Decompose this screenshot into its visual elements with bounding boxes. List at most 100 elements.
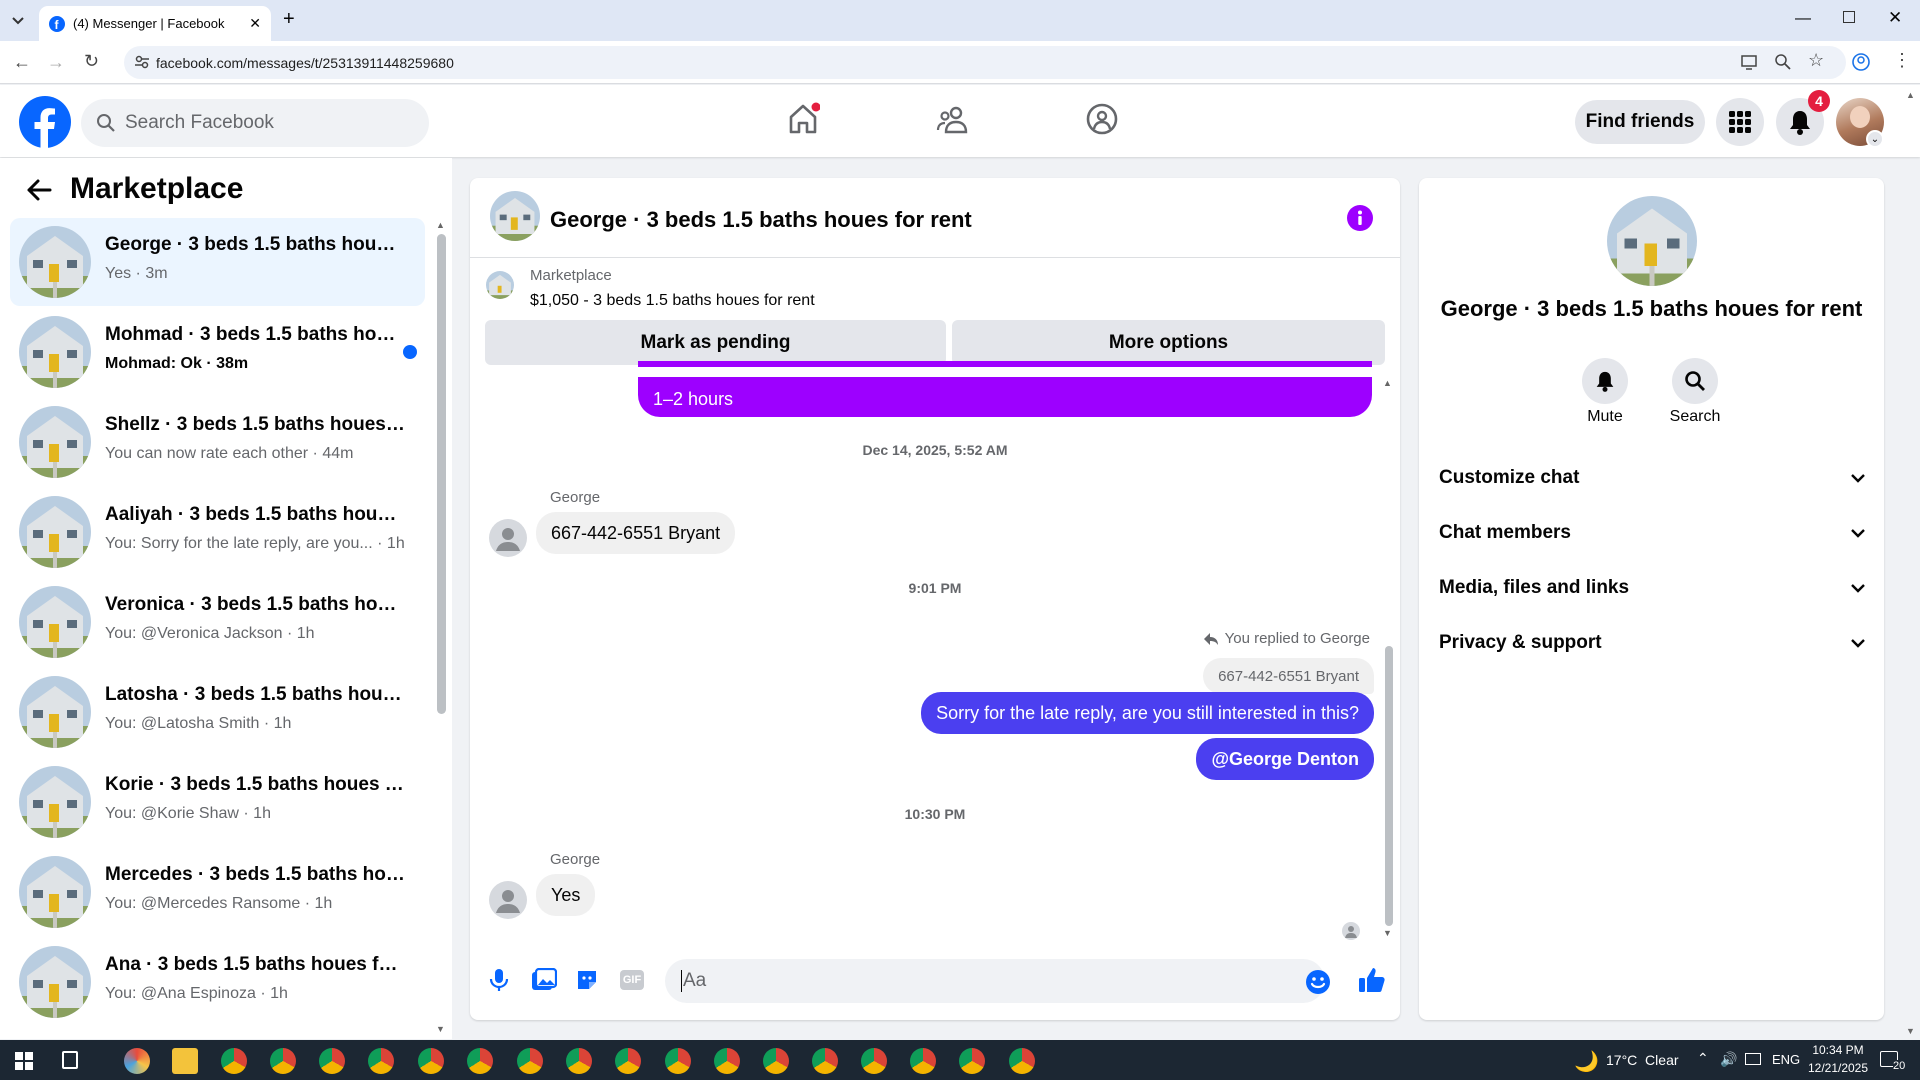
conversation-item[interactable]: Ana · 3 beds 1.5 baths houes for rent You… — [10, 938, 425, 1026]
back-icon[interactable]: ← — [13, 52, 31, 73]
conversation-item[interactable]: Mercedes · 3 beds 1.5 baths houes for re… — [10, 848, 425, 936]
outgoing-message[interactable]: Sorry for the late reply, are you still … — [921, 692, 1374, 734]
conversation-item[interactable]: Korie · 3 beds 1.5 baths houes for rent Y… — [10, 758, 425, 846]
incoming-message[interactable]: Yes — [536, 874, 596, 916]
chrome-window-icon[interactable] — [714, 1048, 740, 1074]
left-scrollbar[interactable] — [437, 234, 446, 714]
message-input[interactable]: Aa — [665, 959, 1330, 1003]
gif-icon[interactable]: GIF — [620, 970, 644, 990]
forward-icon[interactable]: → — [47, 52, 65, 73]
thumbs-up-icon[interactable] — [1358, 966, 1386, 994]
photo-icon[interactable] — [531, 968, 557, 992]
sticker-icon[interactable] — [575, 968, 599, 992]
media-files-links-section[interactable]: Media, files and links — [1439, 568, 1866, 608]
window-close-icon[interactable]: ✕ — [1888, 8, 1902, 28]
chrome-window-icon[interactable] — [910, 1048, 936, 1074]
conversation-name: George · 3 beds 1.5 baths houes for rent — [105, 234, 405, 255]
listing-detail[interactable]: $1,050 - 3 beds 1.5 baths houes for rent — [530, 292, 815, 310]
page-scroll-down-icon[interactable]: ▼ — [1906, 1026, 1915, 1036]
mute-button[interactable] — [1582, 358, 1628, 404]
chrome-window-icon[interactable] — [319, 1048, 345, 1074]
outgoing-mention-message[interactable]: @George Denton — [1196, 738, 1374, 780]
search-in-chat-button[interactable] — [1672, 358, 1718, 404]
task-view-icon[interactable] — [62, 1051, 78, 1069]
file-explorer-icon[interactable] — [172, 1048, 198, 1074]
customize-chat-section[interactable]: Customize chat — [1439, 458, 1866, 498]
close-tab-icon[interactable]: ✕ — [249, 15, 261, 32]
facebook-logo-icon[interactable] — [19, 96, 71, 148]
clock-date[interactable]: 12/21/2025 — [1801, 1061, 1875, 1075]
chat-members-section[interactable]: Chat members — [1439, 513, 1866, 553]
chrome-window-icon[interactable] — [221, 1048, 247, 1074]
chrome-window-icon[interactable] — [959, 1048, 985, 1074]
new-tab-icon[interactable]: + — [283, 8, 295, 31]
chrome-window-icon[interactable] — [763, 1048, 789, 1074]
conversation-item[interactable]: Shellz · 3 beds 1.5 baths houes for rent… — [10, 398, 425, 486]
chrome-window-icon[interactable] — [1009, 1048, 1035, 1074]
account-chevron-icon[interactable]: ⌄ — [1866, 130, 1884, 148]
zoom-icon[interactable] — [1774, 53, 1792, 71]
windows-start-icon[interactable] — [15, 1052, 33, 1070]
george-avatar[interactable] — [489, 881, 527, 919]
chrome-window-icon[interactable] — [270, 1048, 296, 1074]
friends-icon[interactable] — [936, 103, 970, 137]
menu-grid-icon[interactable] — [1716, 98, 1764, 146]
address-bar[interactable]: facebook.com/messages/t/2531391144825968… — [124, 46, 1846, 79]
home-icon[interactable] — [786, 102, 820, 136]
volume-icon[interactable]: 🔊 — [1720, 1051, 1737, 1068]
conversation-thumbnail — [19, 406, 91, 478]
privacy-support-section[interactable]: Privacy & support — [1439, 623, 1866, 663]
install-app-icon[interactable] — [1740, 53, 1758, 71]
profile-large-avatar[interactable] — [1607, 196, 1697, 286]
conversation-item[interactable]: Veronica · 3 beds 1.5 baths houes for re… — [10, 578, 425, 666]
chrome-window-icon[interactable] — [861, 1048, 887, 1074]
groups-icon[interactable] — [1085, 102, 1119, 136]
chrome-window-icon[interactable] — [467, 1048, 493, 1074]
scroll-up-icon[interactable]: ▲ — [436, 220, 445, 230]
back-arrow-icon[interactable] — [26, 178, 52, 202]
restore-icon[interactable] — [1843, 11, 1855, 23]
chat-avatar[interactable] — [490, 191, 540, 241]
page-scroll-up-icon[interactable]: ▲ — [1906, 90, 1915, 100]
conversation-item[interactable]: Mohmad · 3 beds 1.5 baths houes for rent… — [10, 308, 425, 396]
site-info-icon[interactable] — [134, 54, 150, 70]
reload-icon[interactable]: ↻ — [84, 51, 99, 72]
conversation-info-icon[interactable] — [1347, 205, 1373, 231]
network-icon[interactable] — [1745, 1053, 1761, 1065]
find-friends-button[interactable]: Find friends — [1575, 100, 1705, 144]
microphone-icon[interactable] — [488, 968, 510, 992]
emoji-icon[interactable] — [1305, 969, 1331, 995]
bookmark-star-icon[interactable]: ☆ — [1808, 50, 1824, 71]
app-icon[interactable] — [124, 1048, 150, 1074]
chrome-window-icon[interactable] — [368, 1048, 394, 1074]
search-input[interactable]: Search Facebook — [81, 99, 429, 147]
chrome-window-icon[interactable] — [665, 1048, 691, 1074]
language-indicator[interactable]: ENG — [1772, 1052, 1800, 1067]
chat-scrollbar[interactable] — [1385, 646, 1393, 926]
chat-scroll-down-icon[interactable]: ▼ — [1383, 928, 1392, 938]
more-options-button[interactable]: More options — [952, 320, 1385, 365]
incoming-message[interactable]: 667-442-6551 Bryant — [536, 512, 736, 554]
tab-search-icon[interactable] — [10, 12, 26, 28]
chrome-window-icon[interactable] — [812, 1048, 838, 1074]
chrome-window-icon[interactable] — [566, 1048, 592, 1074]
weather-text[interactable]: 17°C Clear — [1606, 1052, 1679, 1068]
chrome-window-icon[interactable] — [615, 1048, 641, 1074]
listing-thumbnail[interactable] — [486, 271, 514, 299]
conversation-item[interactable]: Latosha · 3 beds 1.5 baths houes for ren… — [10, 668, 425, 756]
tray-chevron-icon[interactable]: ⌃ — [1697, 1050, 1709, 1067]
scroll-down-icon[interactable]: ▼ — [436, 1024, 445, 1034]
active-tab[interactable]: f (4) Messenger | Facebook ✕ — [39, 6, 271, 41]
george-avatar[interactable] — [489, 519, 527, 557]
chat-scroll-up-icon[interactable]: ▲ — [1383, 378, 1392, 388]
chrome-window-icon[interactable] — [517, 1048, 543, 1074]
clock-time[interactable]: 10:34 PM — [1806, 1043, 1870, 1057]
chrome-menu-icon[interactable]: ⋮ — [1893, 50, 1911, 71]
quoted-message[interactable]: 667-442-6551 Bryant — [1203, 658, 1374, 694]
profile-icon[interactable] — [1851, 52, 1871, 72]
conversation-item[interactable]: Aaliyah · 3 beds 1.5 baths houes for ren… — [10, 488, 425, 576]
minimize-icon[interactable]: — — [1795, 10, 1811, 28]
chrome-window-icon[interactable] — [418, 1048, 444, 1074]
mark-as-pending-button[interactable]: Mark as pending — [485, 320, 946, 365]
conversation-item[interactable]: George · 3 beds 1.5 baths houes for rent… — [10, 218, 425, 306]
